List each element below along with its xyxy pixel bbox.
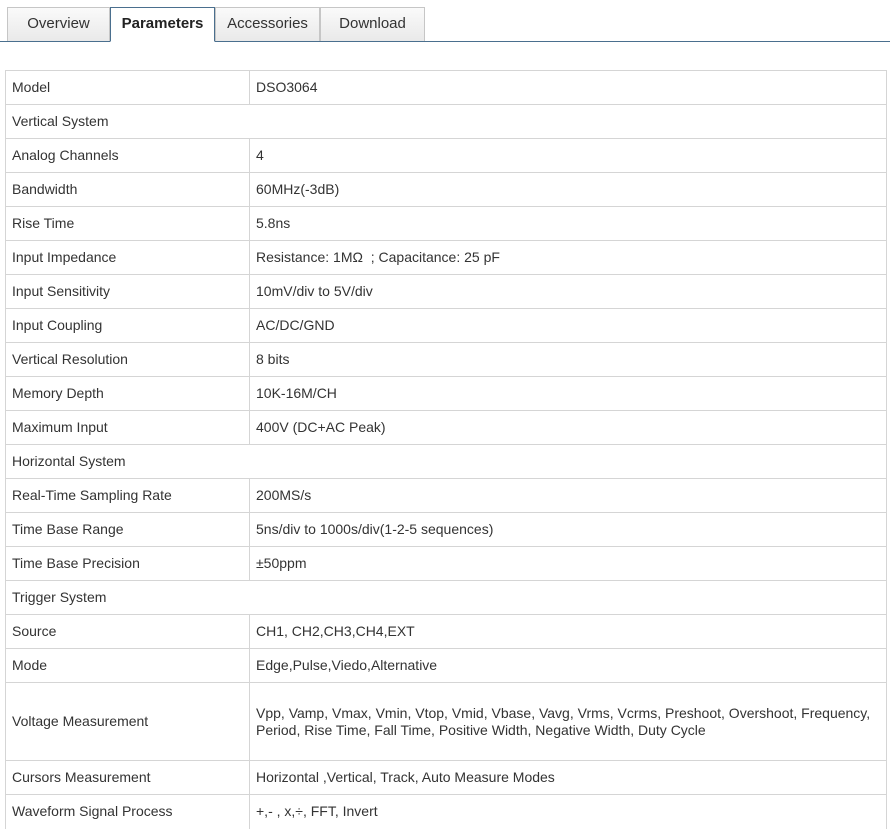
section-row: Horizontal System xyxy=(5,444,887,479)
spec-label: Real-Time Sampling Rate xyxy=(5,478,250,513)
spec-value: 200MS/s xyxy=(249,478,887,513)
spec-label: Vertical Resolution xyxy=(5,342,250,377)
spec-label: Model xyxy=(5,70,250,105)
table-row: Waveform Signal Process +,- , x,÷, FFT, … xyxy=(5,794,887,829)
spec-value: CH1, CH2,CH3,CH4,EXT xyxy=(249,614,887,649)
table-row: Cursors Measurement Horizontal ,Vertical… xyxy=(5,760,887,795)
table-row: Rise Time 5.8ns xyxy=(5,206,887,241)
table-row: Real-Time Sampling Rate 200MS/s xyxy=(5,478,887,513)
tab-overview[interactable]: Overview xyxy=(7,7,110,41)
spec-value: 10mV/div to 5V/div xyxy=(249,274,887,309)
spec-label: Bandwidth xyxy=(5,172,250,207)
spec-label: Input Impedance xyxy=(5,240,250,275)
section-row: Vertical System xyxy=(5,104,887,139)
spec-label: Waveform Signal Process xyxy=(5,794,250,829)
spec-label: Time Base Range xyxy=(5,512,250,547)
table-row: Analog Channels 4 xyxy=(5,138,887,173)
specifications-table: Model DSO3064 Vertical System Analog Cha… xyxy=(5,70,887,829)
table-row: Time Base Range 5ns/div to 1000s/div(1-2… xyxy=(5,512,887,547)
tab-download[interactable]: Download xyxy=(320,7,425,41)
spec-value: 8 bits xyxy=(249,342,887,377)
tab-accessories[interactable]: Accessories xyxy=(215,7,320,41)
spec-label: Input Coupling xyxy=(5,308,250,343)
spec-value: 5.8ns xyxy=(249,206,887,241)
spec-label: Maximum Input xyxy=(5,410,250,445)
spec-label: Source xyxy=(5,614,250,649)
spec-label: Voltage Measurement xyxy=(5,682,250,761)
spec-value: Horizontal ,Vertical, Track, Auto Measur… xyxy=(249,760,887,795)
table-row: Input Sensitivity 10mV/div to 5V/div xyxy=(5,274,887,309)
table-row: Bandwidth 60MHz(-3dB) xyxy=(5,172,887,207)
spec-value: 400V (DC+AC Peak) xyxy=(249,410,887,445)
spec-value: Resistance: 1MΩ ; Capacitance: 25 pF xyxy=(249,240,887,275)
tab-parameters[interactable]: Parameters xyxy=(110,7,215,42)
table-row: Mode Edge,Pulse,Viedo,Alternative xyxy=(5,648,887,683)
table-row: Input Coupling AC/DC/GND xyxy=(5,308,887,343)
tab-bar: Overview Parameters Accessories Download xyxy=(0,0,890,42)
spec-label: Input Sensitivity xyxy=(5,274,250,309)
table-row: Voltage Measurement Vpp, Vamp, Vmax, Vmi… xyxy=(5,682,887,761)
table-row: Vertical Resolution 8 bits xyxy=(5,342,887,377)
spec-value: Vpp, Vamp, Vmax, Vmin, Vtop, Vmid, Vbase… xyxy=(249,682,887,761)
section-heading-vertical-system: Vertical System xyxy=(5,104,887,139)
spec-value: Edge,Pulse,Viedo,Alternative xyxy=(249,648,887,683)
table-row: Memory Depth 10K-16M/CH xyxy=(5,376,887,411)
section-heading-horizontal-system: Horizontal System xyxy=(5,444,887,479)
spec-label: Cursors Measurement xyxy=(5,760,250,795)
spec-value: AC/DC/GND xyxy=(249,308,887,343)
table-row: Time Base Precision ±50ppm xyxy=(5,546,887,581)
table-row: Source CH1, CH2,CH3,CH4,EXT xyxy=(5,614,887,649)
spec-value: ±50ppm xyxy=(249,546,887,581)
spec-value: 10K-16M/CH xyxy=(249,376,887,411)
spec-label: Memory Depth xyxy=(5,376,250,411)
spec-value: 4 xyxy=(249,138,887,173)
table-row: Model DSO3064 xyxy=(5,70,887,105)
spec-value: 5ns/div to 1000s/div(1-2-5 sequences) xyxy=(249,512,887,547)
spec-value: DSO3064 xyxy=(249,70,887,105)
table-row: Maximum Input 400V (DC+AC Peak) xyxy=(5,410,887,445)
table-row: Input Impedance Resistance: 1MΩ ; Capaci… xyxy=(5,240,887,275)
spec-value: 60MHz(-3dB) xyxy=(249,172,887,207)
section-heading-trigger-system: Trigger System xyxy=(5,580,887,615)
spec-value: +,- , x,÷, FFT, Invert xyxy=(249,794,887,829)
spec-label: Rise Time xyxy=(5,206,250,241)
section-row: Trigger System xyxy=(5,580,887,615)
spec-label: Analog Channels xyxy=(5,138,250,173)
spec-label: Mode xyxy=(5,648,250,683)
spec-label: Time Base Precision xyxy=(5,546,250,581)
